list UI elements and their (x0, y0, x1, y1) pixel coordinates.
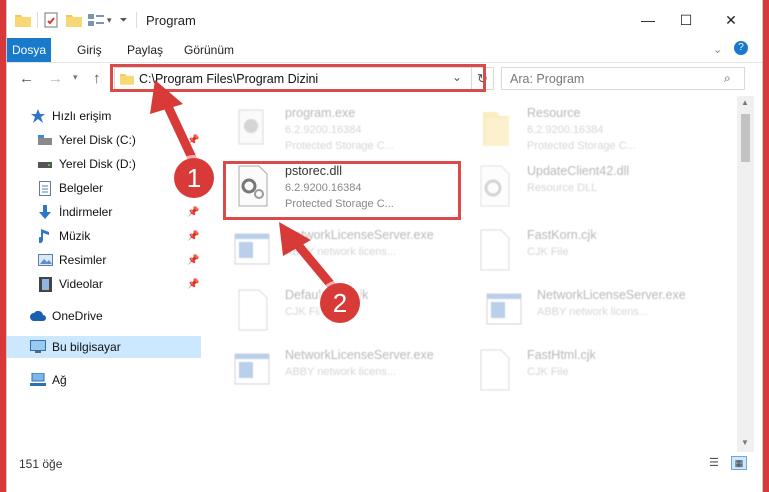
step-1-badge: 1 (174, 158, 214, 198)
annotation-arrows (150, 80, 337, 291)
arrow-1-icon (150, 80, 198, 165)
step-2-badge: 2 (320, 283, 360, 323)
arrow-2-icon (279, 222, 337, 291)
